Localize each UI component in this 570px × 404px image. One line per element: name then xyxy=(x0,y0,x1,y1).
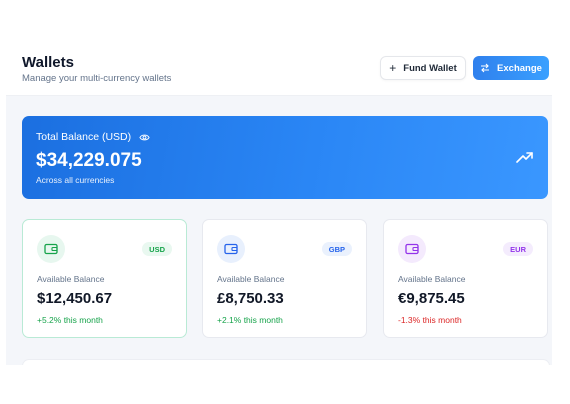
exchange-button[interactable]: Exchange xyxy=(473,56,549,80)
eye-icon[interactable] xyxy=(139,132,150,143)
available-balance-label: Available Balance xyxy=(398,274,466,284)
wallet-icon xyxy=(217,235,245,263)
page-subtitle: Manage your multi-currency wallets xyxy=(22,73,172,84)
trending-up-icon xyxy=(516,152,533,163)
page-header: Wallets Manage your multi-currency walle… xyxy=(6,43,552,96)
total-balance-value: $34,229.075 xyxy=(36,150,142,171)
wallet-icon-svg xyxy=(405,243,419,255)
total-balance-label: Total Balance (USD) xyxy=(36,131,132,143)
monthly-change: -1.3% this month xyxy=(398,315,462,325)
currency-badge: EUR xyxy=(503,242,533,256)
wallet-icon-svg xyxy=(44,243,58,255)
wallets-page: Wallets Manage your multi-currency walle… xyxy=(6,43,552,365)
wallet-icon xyxy=(37,235,65,263)
total-balance-header: Total Balance (USD) xyxy=(36,131,150,143)
wallet-card-eur[interactable]: EUR Available Balance €9,875.45 -1.3% th… xyxy=(383,219,548,338)
total-balance-card: Total Balance (USD) $34,229.075 Across a… xyxy=(22,116,548,199)
wallet-card-gbp[interactable]: GBP Available Balance £8,750.33 +2.1% th… xyxy=(202,219,367,338)
wallet-icon-svg xyxy=(224,243,238,255)
fund-wallet-button[interactable]: + Fund Wallet xyxy=(380,56,466,80)
wallet-icon xyxy=(398,235,426,263)
plus-icon: + xyxy=(389,61,397,75)
wallet-balance: $12,450.67 xyxy=(37,290,113,307)
wallet-balance: €9,875.45 xyxy=(398,290,465,307)
exchange-label: Exchange xyxy=(497,62,542,74)
currency-badge: USD xyxy=(142,242,172,256)
wallet-card-usd[interactable]: USD Available Balance $12,450.67 +5.2% t… xyxy=(22,219,187,338)
available-balance-label: Available Balance xyxy=(217,274,285,284)
fund-wallet-label: Fund Wallet xyxy=(403,62,457,74)
next-section-card xyxy=(22,359,550,365)
page-title: Wallets xyxy=(22,54,74,71)
currency-badge: GBP xyxy=(321,242,352,256)
available-balance-label: Available Balance xyxy=(37,274,105,284)
total-balance-caption: Across all currencies xyxy=(36,175,115,185)
monthly-change: +5.2% this month xyxy=(37,315,103,325)
exchange-icon xyxy=(481,63,490,73)
wallet-balance: £8,750.33 xyxy=(217,290,284,307)
monthly-change: +2.1% this month xyxy=(217,315,283,325)
